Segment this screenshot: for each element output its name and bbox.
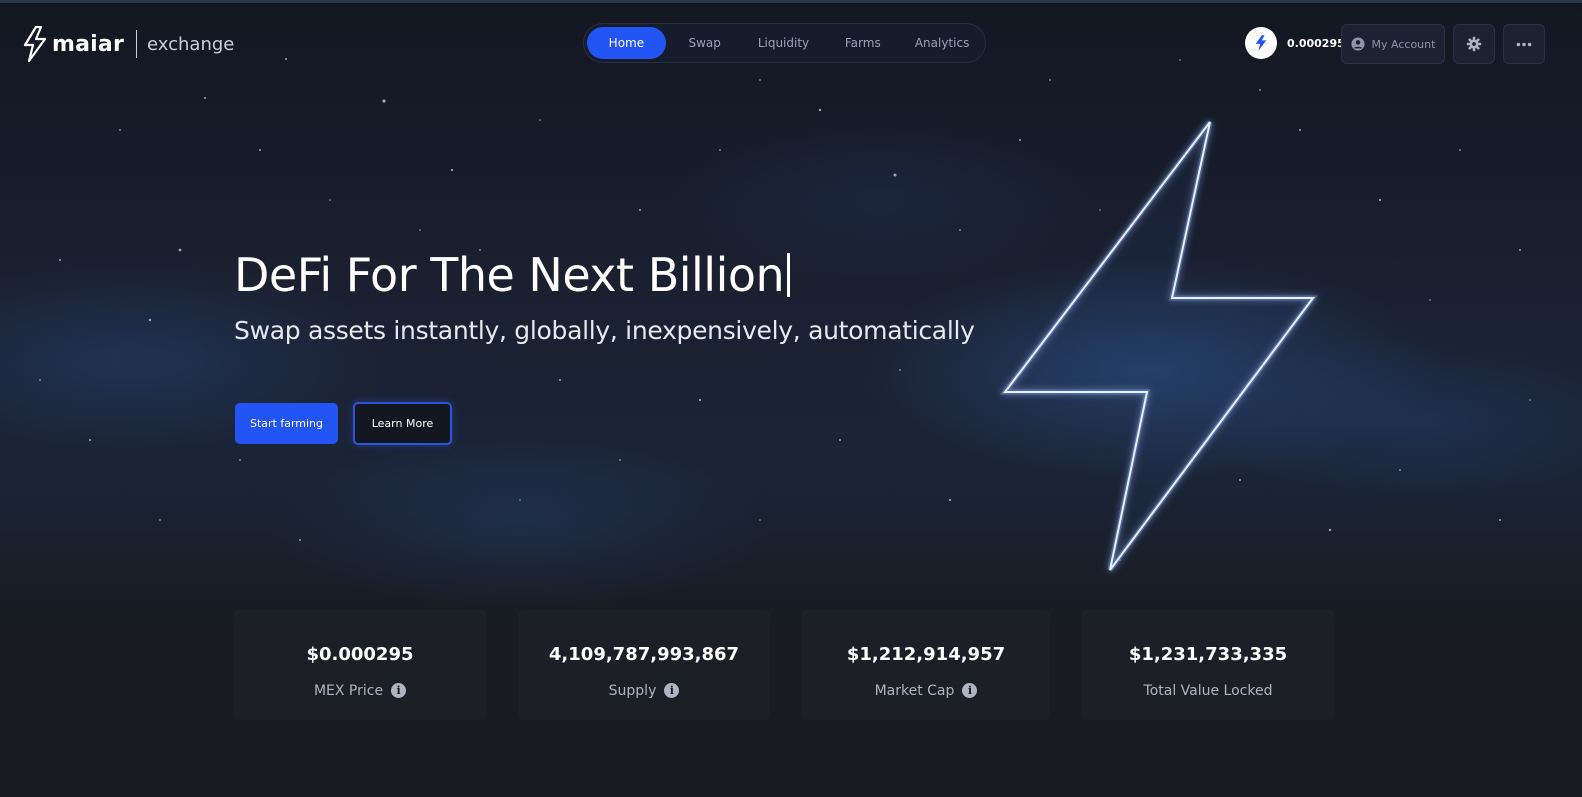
stat-total-value-locked: $1,231,733,335 Total Value Locked [1082,610,1334,720]
typing-caret [787,253,791,297]
stat-value: $0.000295 [306,644,414,665]
stat-value: $1,212,914,957 [846,644,1006,665]
info-icon[interactable]: i [391,683,407,698]
brand-name: maiar [52,31,125,57]
stat-label: Total Value Locked [1143,683,1273,699]
stat-label-wrap: Total Value Locked [1082,683,1334,699]
learn-more-button[interactable]: Learn More [353,402,452,445]
stats-section: $0.000295 MEX Price i 4,109,787,993,867 S… [234,610,1334,720]
nav-item-farms[interactable]: Farms [823,27,902,59]
nav-item-liquidity[interactable]: Liquidity [744,27,824,59]
stat-label: MEX Price [313,683,384,699]
stat-label: Market Cap [874,683,955,699]
my-account-button[interactable]: My Account [1341,24,1445,64]
my-account-label: My Account [1371,37,1436,51]
hero-title-text: DeFi For The Next Billion [234,248,785,302]
glowing-lightning-bolt-illustration [999,120,1318,572]
mex-price-value: 0.000295 [1287,36,1345,50]
brand-logo[interactable]: maiar exchange [22,26,234,62]
mex-price-indicator[interactable]: 0.000295 [1245,27,1345,59]
more-dots-icon [1516,42,1532,46]
gear-icon [1466,36,1482,52]
logo-divider [136,30,138,58]
stat-label-wrap: Supply i [518,683,770,699]
page: maiar exchange Home Swap Liquidity Farms… [0,0,1582,797]
nav-item-swap[interactable]: Swap [666,27,744,59]
info-icon[interactable]: i [962,683,978,698]
lightning-bolt-logo-icon [23,26,47,62]
stat-supply: 4,109,787,993,867 Supply i [518,610,770,720]
info-icon[interactable]: i [664,683,680,698]
stat-label-wrap: MEX Price i [234,683,486,699]
stat-mex-price: $0.000295 MEX Price i [234,610,486,720]
brand-subtitle: exchange [147,33,235,55]
nav-item-analytics[interactable]: Analytics [902,27,982,59]
settings-button[interactable] [1453,24,1495,64]
nav-item-home[interactable]: Home [587,27,666,59]
user-circle-icon [1350,37,1365,51]
hero-subtitle: Swap assets instantly, globally, inexpen… [234,316,975,345]
stat-label: Supply [608,683,657,699]
main-nav: Home Swap Liquidity Farms Analytics [583,23,986,63]
stat-value: 4,109,787,993,867 [548,644,740,665]
stat-market-cap: $1,212,914,957 Market Cap i [802,610,1050,720]
more-options-button[interactable] [1503,24,1545,64]
hero-title: DeFi For The Next Billion [234,248,791,302]
stat-label-wrap: Market Cap i [802,683,1050,699]
stat-value: $1,231,733,335 [1128,644,1288,665]
lightning-bolt-icon [1245,27,1277,59]
start-farming-button[interactable]: Start farming [235,403,338,444]
